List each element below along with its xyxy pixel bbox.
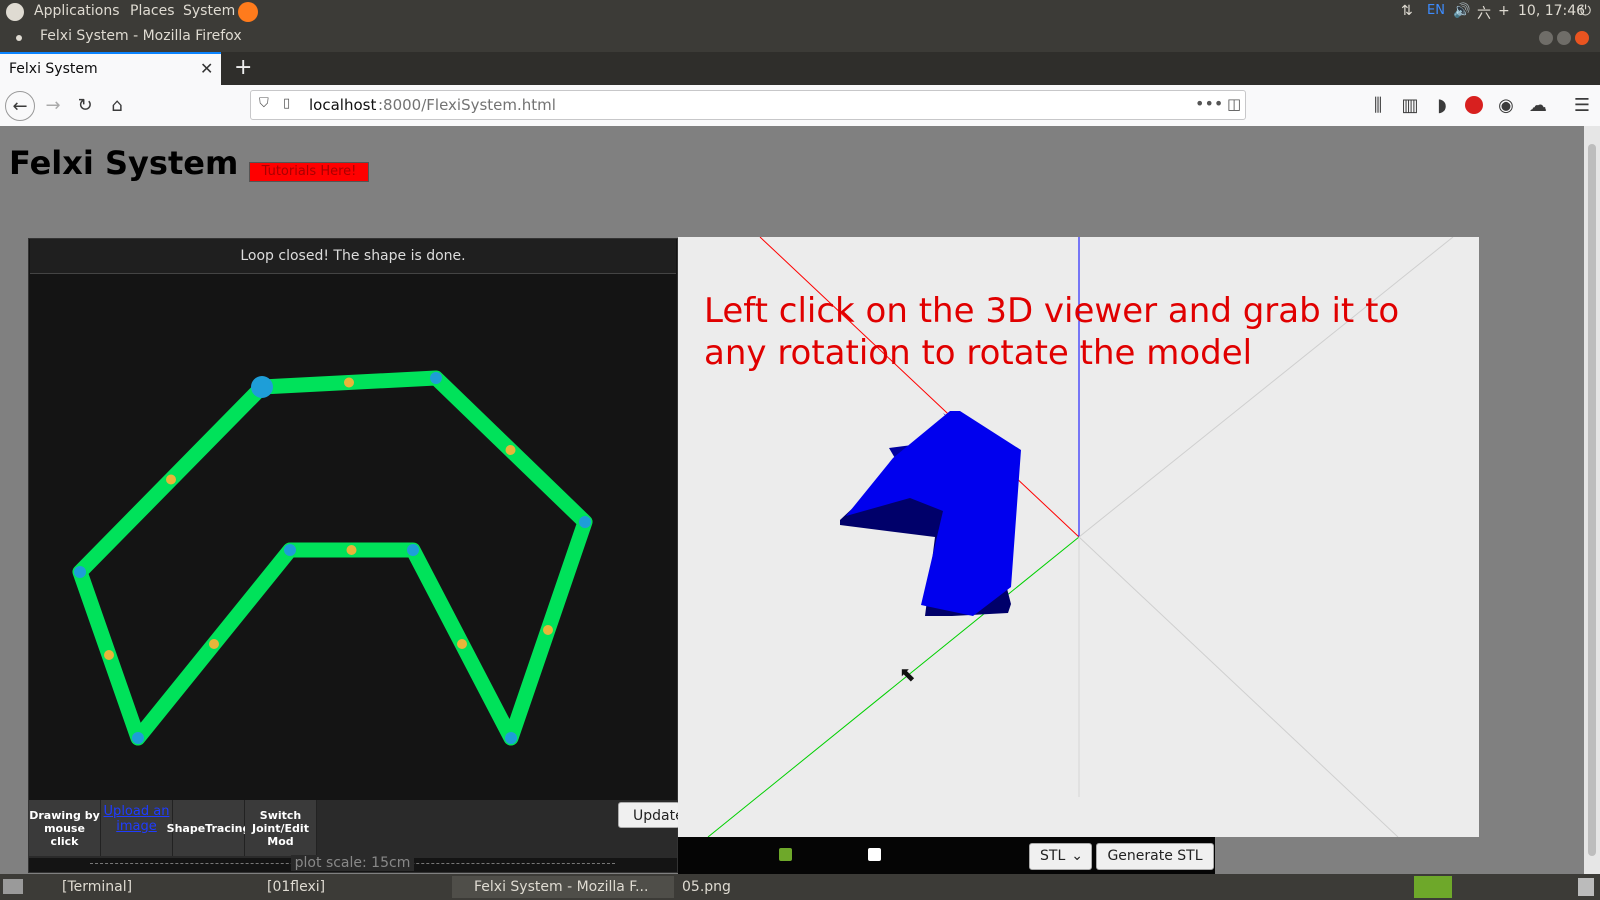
show-desktop-icon[interactable] <box>3 879 23 894</box>
update-button[interactable]: Update <box>618 802 680 828</box>
shield-icon[interactable]: ⛉ <box>259 96 269 111</box>
keyboard-layout-indicator[interactable]: EN <box>1427 3 1445 18</box>
upload-image-link[interactable]: Upload an image <box>101 800 173 856</box>
library-icon[interactable]: ⫼ <box>1364 91 1392 119</box>
ubuntu-logo-icon[interactable] <box>6 3 24 21</box>
sync-icon[interactable]: ☁ <box>1524 91 1552 119</box>
format-select[interactable]: STL ⌄ <box>1029 843 1092 870</box>
menu-places[interactable]: Places <box>130 3 175 19</box>
checkbox-unchecked[interactable] <box>868 848 881 861</box>
hamburger-menu-icon[interactable]: ☰ <box>1568 91 1596 119</box>
edge-midpoint[interactable] <box>543 625 553 635</box>
drawing-canvas[interactable] <box>29 274 677 800</box>
joint-point[interactable] <box>505 732 517 744</box>
extension-icon[interactable]: ◗ <box>1428 91 1456 119</box>
grid-line <box>1078 237 1454 538</box>
new-tab-icon[interactable]: + <box>234 55 252 80</box>
mouse-cursor-icon: ⬉ <box>899 662 916 686</box>
joint-point[interactable] <box>74 566 86 578</box>
taskbar-label: Felxi System - Mozilla F... <box>474 879 649 895</box>
url-path: :8000/FlexiSystem.html <box>378 96 556 114</box>
sidebar-icon[interactable]: ▥ <box>1396 91 1424 119</box>
joint-point[interactable] <box>251 376 273 398</box>
plot-scale-text: plot scale: 15cm <box>290 855 415 871</box>
scrollbar-thumb[interactable] <box>1588 144 1596 856</box>
page-info-icon[interactable]: ▯ <box>283 96 290 111</box>
adblock-icon[interactable] <box>1460 91 1488 119</box>
window-title-bar: Felxi System - Mozilla Firefox <box>0 24 1600 52</box>
forward-icon[interactable]: → <box>39 91 67 119</box>
edge-midpoint[interactable] <box>344 377 354 388</box>
switch-mode-button[interactable]: Switch Joint/Edit Mod <box>245 800 317 856</box>
y-axis-line <box>707 536 1080 837</box>
vertical-scrollbar[interactable] <box>1584 126 1600 874</box>
maximize-icon[interactable] <box>1557 31 1571 45</box>
window-menu-icon[interactable] <box>16 35 22 41</box>
plot-scale-label: plot scale: 15cm <box>90 855 615 872</box>
taskbar-label: [Terminal] <box>62 879 133 895</box>
page-title: Felxi System <box>9 144 239 182</box>
network-icon[interactable]: ⇅ <box>1401 3 1413 19</box>
tab-label: Felxi System <box>9 61 98 77</box>
window-title: Felxi System - Mozilla Firefox <box>40 28 242 44</box>
shape-path <box>72 370 593 746</box>
edge-midpoint[interactable] <box>346 545 357 555</box>
status-message: Loop closed! The shape is done. <box>30 239 676 274</box>
trash-icon[interactable] <box>1578 878 1594 896</box>
edge-midpoint[interactable] <box>457 639 467 649</box>
generate-stl-button[interactable]: Generate STL <box>1096 843 1214 870</box>
close-window-icon[interactable] <box>1575 31 1589 45</box>
taskbar-item-terminal[interactable]: [Terminal] <box>40 876 252 898</box>
add-icon[interactable]: + <box>1498 3 1510 19</box>
joint-point[interactable] <box>430 372 442 384</box>
taskbar-item-image[interactable]: 05.png <box>660 876 852 898</box>
edge-midpoint[interactable] <box>104 650 114 660</box>
taskbar: [Terminal] [01flexi] Felxi System - Mozi… <box>0 874 1600 900</box>
power-icon[interactable]: ⏻ <box>1580 3 1591 19</box>
format-select-value: STL <box>1040 848 1066 864</box>
browser-tab[interactable]: Felxi System ✕ <box>0 52 221 85</box>
page-actions-icon[interactable]: ••• <box>1195 94 1223 113</box>
close-tab-icon[interactable]: ✕ <box>200 59 213 78</box>
menu-system[interactable]: System <box>183 3 235 19</box>
shape-tracing-button[interactable]: ShapeTracing <box>167 800 250 856</box>
menu-applications[interactable]: Applications <box>34 3 120 19</box>
reload-icon[interactable]: ↻ <box>71 91 99 119</box>
taskbar-label: [01flexi] <box>267 879 326 895</box>
taskbar-item-firefox[interactable]: Felxi System - Mozilla F... <box>452 876 674 898</box>
joint-point[interactable] <box>407 544 419 556</box>
taskbar-label: 05.png <box>682 879 731 895</box>
joint-point[interactable] <box>284 544 296 556</box>
joint-point[interactable] <box>132 732 144 744</box>
weekday-label: 六 <box>1477 6 1491 22</box>
url-host: localhost <box>309 96 377 114</box>
url-bar[interactable]: ⛉ ▯ localhost :8000/FlexiSystem.html •••… <box>250 90 1246 120</box>
account-icon[interactable]: ◉ <box>1492 91 1520 119</box>
volume-icon[interactable]: 🔊 <box>1453 3 1470 19</box>
chevron-down-icon: ⌄ <box>1071 848 1083 864</box>
clock[interactable]: 10, 17:46 <box>1518 3 1585 19</box>
firefox-launcher-icon[interactable] <box>238 2 258 22</box>
edge-midpoint[interactable] <box>209 639 219 649</box>
grid-line <box>1078 536 1399 837</box>
checkbox-checked[interactable] <box>779 848 792 861</box>
top-panel: Applications Places System ⇅ EN 🔊 六 + 10… <box>0 0 1600 24</box>
back-icon[interactable]: ← <box>5 91 35 121</box>
workspace-switcher[interactable] <box>1414 876 1452 898</box>
taskbar-item-folder[interactable]: [01flexi] <box>245 876 457 898</box>
joint-point[interactable] <box>579 516 591 528</box>
edge-midpoint[interactable] <box>166 474 176 485</box>
viewer-instructions: Left click on the 3D viewer and grab it … <box>704 291 1400 373</box>
drawing-mode-button[interactable]: Drawing by mouse click <box>29 800 101 856</box>
minimize-icon[interactable] <box>1539 31 1553 45</box>
pocket-icon[interactable]: ◫ <box>1227 95 1241 113</box>
home-icon[interactable]: ⌂ <box>103 91 131 119</box>
tutorials-button[interactable]: Tutorials Here! <box>249 162 369 182</box>
edge-midpoint[interactable] <box>505 445 516 455</box>
